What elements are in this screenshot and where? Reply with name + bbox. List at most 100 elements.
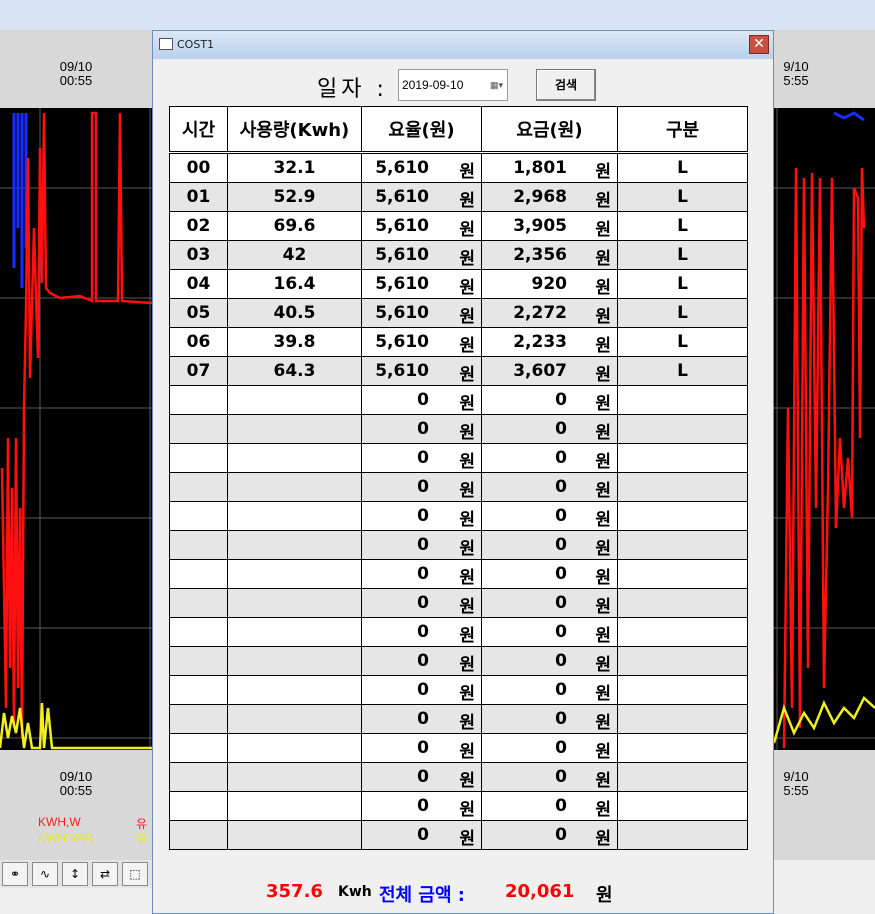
table-row[interactable]: 0원0원 <box>169 791 748 821</box>
cell-usage <box>227 617 362 647</box>
cell-hour <box>169 704 228 734</box>
charge-value: 0 <box>555 680 567 700</box>
table-row[interactable]: 0원0원 <box>169 530 748 560</box>
cell-rate: 0원 <box>361 646 482 676</box>
calendar-dropdown-icon[interactable]: ▦▾ <box>490 79 504 91</box>
rate-value: 0 <box>417 448 429 468</box>
cell-hour <box>169 501 228 531</box>
table-row[interactable]: 0원0원 <box>169 414 748 444</box>
vertical-scale-icon[interactable]: ↕ <box>62 862 88 886</box>
cell-type: L <box>617 356 748 386</box>
table-row[interactable]: 0원0원 <box>169 559 748 589</box>
date-picker[interactable]: 2019-09-10 ▦▾ <box>398 69 508 101</box>
wave-icon[interactable]: ∿ <box>32 862 58 886</box>
table-row[interactable]: 0원0원 <box>169 385 748 415</box>
rate-value: 0 <box>417 564 429 584</box>
table-row[interactable]: 0원0원 <box>169 704 748 734</box>
charge-value: 0 <box>555 564 567 584</box>
table-row[interactable]: 00 32.1 5,610 원 1,801 원 L <box>169 152 748 183</box>
table-row[interactable]: 0원0원 <box>169 443 748 473</box>
rate-unit: 원 <box>459 655 475 675</box>
horizontal-scale-icon[interactable]: ⇄ <box>92 862 118 886</box>
cell-rate: 0원 <box>361 791 482 821</box>
cell-type: L <box>617 240 748 270</box>
cell-hour: 07 <box>169 356 228 386</box>
charge-unit: 원 <box>595 539 611 559</box>
search-button[interactable]: 검색 <box>536 69 596 101</box>
table-row[interactable]: 02 69.6 5,610 원 3,905 원 L <box>169 211 748 241</box>
amount-unit: 원 <box>596 885 613 906</box>
cost-table: 시간 사용량(Kwh) 요율(원) 요금(원) 구분 00 32.1 5,610 원 1… <box>169 106 748 850</box>
rate-unit: 원 <box>459 800 475 820</box>
header-charge: 요금(원) <box>481 106 618 154</box>
legend-kwh-var-suffix: 무 <box>136 833 148 847</box>
cell-charge: 0원 <box>481 414 618 444</box>
close-button[interactable]: ✕ <box>749 35 769 54</box>
charge-unit: 원 <box>595 800 611 820</box>
rate-value: 0 <box>417 680 429 700</box>
charge-value: 2,968 <box>513 187 567 207</box>
cell-hour: 06 <box>169 327 228 357</box>
rate-unit: 원 <box>459 510 475 530</box>
charge-value: 0 <box>555 477 567 497</box>
charge-value: 3,607 <box>513 361 567 381</box>
rate-unit: 원 <box>459 568 475 588</box>
cell-charge: 0원 <box>481 530 618 560</box>
cell-hour <box>169 675 228 705</box>
table-row[interactable]: 04 16.4 5,610 원 920 원 L <box>169 269 748 299</box>
rate-value: 5,610 <box>375 158 429 178</box>
cell-rate: 0원 <box>361 501 482 531</box>
cell-type <box>617 704 748 734</box>
cell-charge: 1,801 원 <box>481 152 618 183</box>
link-icon[interactable]: ⚭ <box>2 862 28 886</box>
cell-usage: 40.5 <box>227 298 362 328</box>
cell-hour <box>169 762 228 792</box>
cell-usage: 39.8 <box>227 327 362 357</box>
cell-type <box>617 530 748 560</box>
cell-hour: 04 <box>169 269 228 299</box>
time-label-bottom-left: 09/10 00:55 <box>59 769 93 798</box>
cell-rate: 0원 <box>361 472 482 502</box>
table-row[interactable]: 0원0원 <box>169 646 748 676</box>
select-cursor-icon[interactable]: ⬚ <box>122 862 148 886</box>
table-row[interactable]: 0원0원 <box>169 472 748 502</box>
table-row[interactable]: 0원0원 <box>169 617 748 647</box>
charge-value: 0 <box>555 419 567 439</box>
dialog-title: COST1 <box>177 38 215 51</box>
cost-dialog: COST1 ✕ 일자 : 2019-09-10 ▦▾ 검색 시간 사용량(Kwh… <box>152 30 774 914</box>
table-row[interactable]: 07 64.3 5,610 원 3,607 원 L <box>169 356 748 386</box>
cell-usage <box>227 588 362 618</box>
rate-value: 5,610 <box>375 187 429 207</box>
right-chart-plot <box>774 108 875 750</box>
cell-usage <box>227 472 362 502</box>
cell-hour <box>169 733 228 763</box>
cell-usage: 64.3 <box>227 356 362 386</box>
cell-charge: 0원 <box>481 675 618 705</box>
legend-kwh-w-suffix: 유 <box>136 817 148 831</box>
dialog-titlebar[interactable]: COST1 ✕ <box>153 31 773 59</box>
table-row[interactable]: 0원0원 <box>169 820 748 850</box>
table-row[interactable]: 0원0원 <box>169 762 748 792</box>
cell-charge: 0원 <box>481 501 618 531</box>
cell-type <box>617 559 748 589</box>
header-hour: 시간 <box>169 106 228 154</box>
cell-hour <box>169 414 228 444</box>
header-rate: 요율(원) <box>361 106 482 154</box>
table-row[interactable]: 0원0원 <box>169 675 748 705</box>
rate-unit: 원 <box>459 394 475 414</box>
cell-charge: 0원 <box>481 704 618 734</box>
date-label: 일자 : <box>317 77 388 102</box>
rate-value: 0 <box>417 419 429 439</box>
cell-charge: 0원 <box>481 646 618 676</box>
table-row[interactable]: 03 42 5,610 원 2,356 원 L <box>169 240 748 270</box>
table-row[interactable]: 0원0원 <box>169 733 748 763</box>
cell-type <box>617 588 748 618</box>
table-row[interactable]: 05 40.5 5,610 원 2,272 원 L <box>169 298 748 328</box>
cell-hour <box>169 472 228 502</box>
cell-usage <box>227 501 362 531</box>
table-row[interactable]: 0원0원 <box>169 588 748 618</box>
table-row[interactable]: 0원0원 <box>169 501 748 531</box>
charge-value: 0 <box>555 825 567 845</box>
table-row[interactable]: 06 39.8 5,610 원 2,233 원 L <box>169 327 748 357</box>
table-row[interactable]: 01 52.9 5,610 원 2,968 원 L <box>169 182 748 212</box>
